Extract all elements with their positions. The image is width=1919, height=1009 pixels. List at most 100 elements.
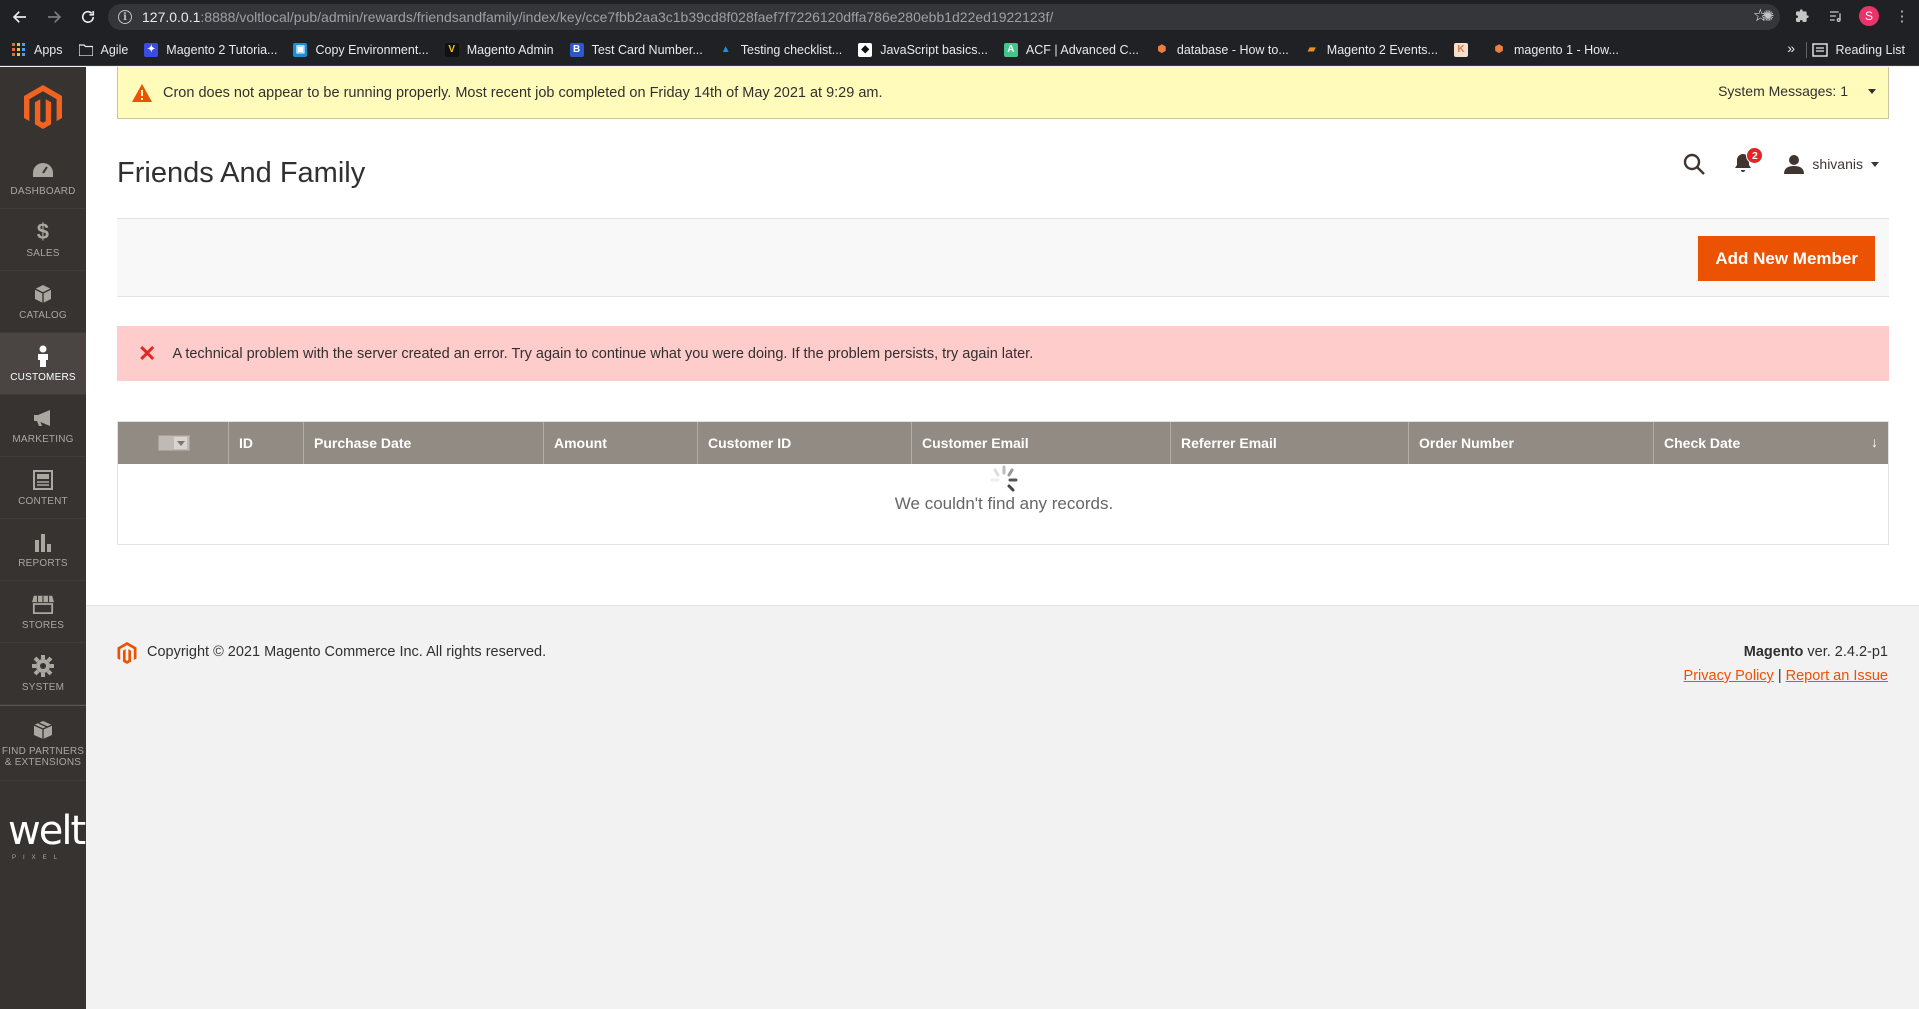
reading-list-label: Reading List (1835, 43, 1906, 57)
admin-header-actions: 2 shivanis (1682, 147, 1879, 179)
box-icon (32, 283, 54, 305)
account-menu-button[interactable]: shivanis (1812, 156, 1863, 172)
nav-find-partners[interactable]: FIND PARTNERS & EXTENSIONS (0, 705, 86, 781)
arrow-left-icon (12, 11, 26, 23)
bookmark-apps[interactable]: Apps (12, 42, 63, 57)
copyright-text: Copyright © 2021 Magento Commerce Inc. A… (147, 644, 547, 660)
nav-label: STORES (21, 619, 65, 631)
caret-down-icon[interactable] (1871, 161, 1879, 167)
kebab-menu-icon[interactable]: ⋮ (1891, 5, 1913, 27)
profile-avatar[interactable]: S (1859, 6, 1879, 26)
link-separator: | (1773, 668, 1786, 684)
sort-descending-icon: ↓ (1871, 434, 1878, 450)
add-new-member-button[interactable]: Add New Member (1698, 236, 1875, 281)
bookmark-icon: ▰ (1307, 44, 1316, 55)
url-host: 127.0.0.1 (142, 9, 201, 25)
nav-label: SALES (26, 247, 60, 259)
bookmark-test-card[interactable]: B Test Card Number... (569, 42, 703, 57)
error-x-icon: ✕ (138, 340, 157, 366)
bookmark-copy-environment[interactable]: ▣ Copy Environment... (293, 42, 429, 57)
bookmark-icon: K (1453, 42, 1468, 57)
chevron-down-icon[interactable] (1868, 89, 1876, 94)
nav-reports[interactable]: REPORTS (0, 519, 86, 581)
weltpixel-logo-sub: PIXEL (12, 855, 65, 861)
column-header-amount[interactable]: Amount (544, 422, 698, 464)
bookmark-magento-admin[interactable]: V Magento Admin (444, 42, 554, 57)
mass-select-dropdown[interactable] (158, 435, 190, 451)
divider (1806, 42, 1807, 58)
reload-icon (81, 10, 95, 23)
page-footer: Copyright © 2021 Magento Commerce Inc. A… (86, 605, 1919, 1009)
privacy-policy-link[interactable]: Privacy Policy (1684, 668, 1774, 684)
nav-content[interactable]: CONTENT (0, 457, 86, 519)
error-message-text: A technical problem with the server crea… (172, 345, 1034, 362)
bookmark-label: database - How to... (1176, 42, 1289, 57)
notification-count-badge: 2 (1746, 147, 1764, 164)
system-messages-toggle[interactable]: System Messages: 1 (1718, 83, 1848, 99)
nav-label: CUSTOMERS (10, 371, 76, 383)
grid-header-row: ID Purchase Date Amount Customer ID Cust… (118, 422, 1888, 464)
warning-icon (132, 83, 152, 102)
reload-button[interactable] (74, 3, 102, 31)
column-header-customer-email[interactable]: Customer Email (912, 422, 1171, 464)
bookmark-label: Magento 2 Events... (1326, 42, 1438, 57)
nav-label: CONTENT (18, 495, 68, 507)
chevron-down-icon[interactable] (174, 437, 187, 449)
system-message-bar: Cron does not appear to be running prope… (117, 67, 1889, 119)
bookmark-database[interactable]: ⬢ database - How to... (1155, 43, 1289, 57)
column-header-order-number[interactable]: Order Number (1409, 422, 1654, 464)
column-header-purchase-date[interactable]: Purchase Date (304, 422, 544, 464)
bookmark-magento-events[interactable]: ▰ Magento 2 Events... (1305, 43, 1438, 57)
column-header-id[interactable]: ID (229, 422, 304, 464)
nav-label: DASHBOARD (10, 185, 76, 197)
version-info: Magento ver. 2.4.2-p1 (1744, 644, 1888, 660)
bookmark-acf[interactable]: A ACF | Advanced C... (1003, 42, 1139, 57)
store-icon (32, 593, 54, 615)
report-issue-link[interactable]: Report an Issue (1786, 668, 1888, 684)
bar-chart-icon (32, 531, 54, 553)
content-icon (32, 469, 54, 491)
nav-catalog[interactable]: CATALOG (0, 271, 86, 333)
nav-system[interactable]: SYSTEM (0, 643, 86, 705)
column-header-check-date[interactable]: Check Date ↓ (1654, 422, 1888, 464)
magento-logo[interactable] (0, 67, 86, 147)
version-brand: Magento (1743, 644, 1804, 660)
footer-links: Privacy Policy | Report an Issue (1684, 668, 1888, 684)
system-message-text: Cron does not appear to be running prope… (163, 84, 883, 101)
back-button[interactable] (6, 3, 34, 31)
bookmark-testing-checklist[interactable]: ▲ Testing checklist... (719, 43, 842, 57)
nav-marketing[interactable]: MARKETING (0, 395, 86, 457)
address-bar[interactable]: i 127.0.0.1:8888/voltlocal/pub/admin/rew… (108, 4, 1780, 30)
magento-footer-logo-icon (117, 642, 137, 664)
nav-stores[interactable]: STORES (0, 581, 86, 643)
column-header-customer-id[interactable]: Customer ID (698, 422, 912, 464)
reading-list-button[interactable]: Reading List (1811, 34, 1906, 66)
nav-sales[interactable]: $ SALES (0, 209, 86, 271)
column-header-referrer-email[interactable]: Referrer Email (1171, 422, 1409, 464)
user-icon[interactable] (1784, 154, 1805, 174)
extensions-area: ✺ S ⋮ (1757, 5, 1913, 27)
megaphone-icon (32, 407, 54, 429)
page-actions-bar: Add New Member (117, 218, 1889, 297)
gear-icon (32, 654, 54, 677)
notifications-button[interactable]: 2 (1734, 147, 1764, 175)
extension-gear-icon[interactable]: ✺ (1757, 5, 1779, 27)
site-info-icon[interactable]: i (118, 10, 132, 24)
person-icon (32, 345, 54, 367)
reading-queue-icon[interactable] (1825, 5, 1847, 27)
forward-button[interactable] (40, 3, 68, 31)
weltpixel-logo[interactable]: welt (8, 811, 86, 851)
folder-icon (78, 43, 93, 57)
nav-customers[interactable]: CUSTOMERS (0, 333, 86, 395)
bookmark-javascript-basics[interactable]: ◆ JavaScript basics... (858, 42, 988, 57)
bookmark-agile[interactable]: Agile (78, 43, 128, 57)
bookmark-magento-tutorial[interactable]: ✦ Magento 2 Tutoria... (144, 42, 277, 57)
bookmark-label: Test Card Number... (591, 42, 703, 57)
bookmark-unnamed[interactable]: K (1453, 42, 1476, 57)
bookmark-magento1[interactable]: ⬢ magento 1 - How... (1492, 43, 1619, 57)
nav-dashboard[interactable]: DASHBOARD (0, 147, 86, 209)
puzzle-icon[interactable] (1791, 5, 1813, 27)
bookmarks-overflow-button[interactable]: » (1787, 40, 1795, 56)
search-icon[interactable] (1682, 152, 1706, 176)
reading-list-icon (1811, 43, 1828, 57)
